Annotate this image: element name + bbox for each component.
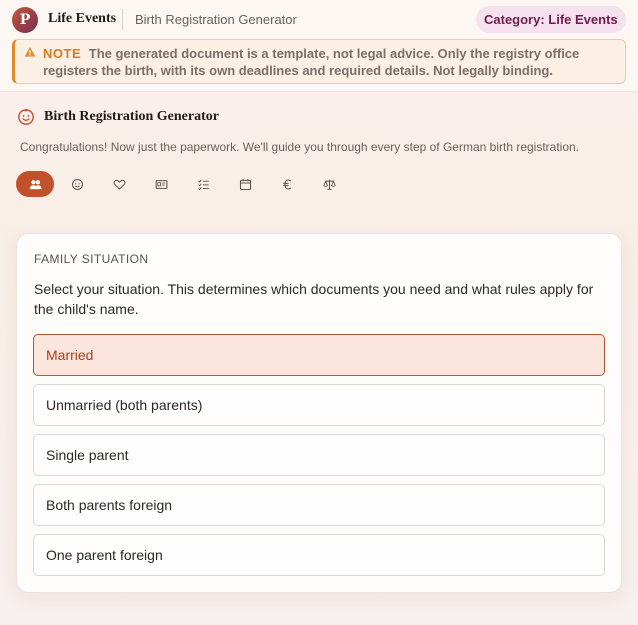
heart-icon	[113, 179, 125, 190]
intro-text: Congratulations! Now just the paperwork.…	[20, 140, 580, 154]
calendar-icon	[239, 178, 251, 190]
id-card-icon	[155, 179, 167, 189]
top-bar: P Life Events Birth Registration Generat…	[0, 0, 638, 92]
scales-icon	[322, 179, 336, 190]
notice-label: NOTE	[43, 46, 82, 61]
tab-parents[interactable]	[100, 171, 138, 197]
section-label: FAMILY SITUATION	[34, 252, 149, 266]
tab-family[interactable]	[16, 171, 54, 197]
header-divider	[122, 9, 123, 30]
tab-costs[interactable]	[268, 171, 306, 197]
people-icon	[29, 179, 41, 189]
notice-banner: NOTE The generated document is a templat…	[12, 39, 626, 84]
option-unmarried[interactable]: Unmarried (both parents)	[33, 384, 605, 426]
baby-face-icon	[18, 109, 34, 125]
tab-legal[interactable]	[310, 171, 348, 197]
breadcrumb: Birth Registration Generator	[135, 12, 297, 27]
option-both-foreign[interactable]: Both parents foreign	[33, 484, 605, 526]
notice-text: The generated document is a template, no…	[43, 46, 580, 78]
app-logo[interactable]: P	[12, 7, 38, 33]
option-single-parent[interactable]: Single parent	[33, 434, 605, 476]
tab-checklist[interactable]	[184, 171, 222, 197]
euro-icon	[282, 179, 291, 189]
option-married[interactable]: Married	[33, 334, 605, 376]
option-one-foreign[interactable]: One parent foreign	[33, 534, 605, 576]
family-situation-card: FAMILY SITUATION Select your situation. …	[16, 233, 622, 593]
tab-deadlines[interactable]	[226, 171, 264, 197]
warning-icon	[24, 47, 36, 57]
page-title: Birth Registration Generator	[44, 109, 219, 124]
checklist-icon	[197, 179, 209, 190]
brand-name[interactable]: Life Events	[48, 11, 116, 27]
category-badge[interactable]: Category: Life Events	[476, 6, 626, 33]
baby-icon	[71, 178, 83, 190]
tab-names[interactable]	[142, 171, 180, 197]
tab-child[interactable]	[58, 171, 96, 197]
section-description: Select your situation. This determines w…	[34, 281, 594, 317]
